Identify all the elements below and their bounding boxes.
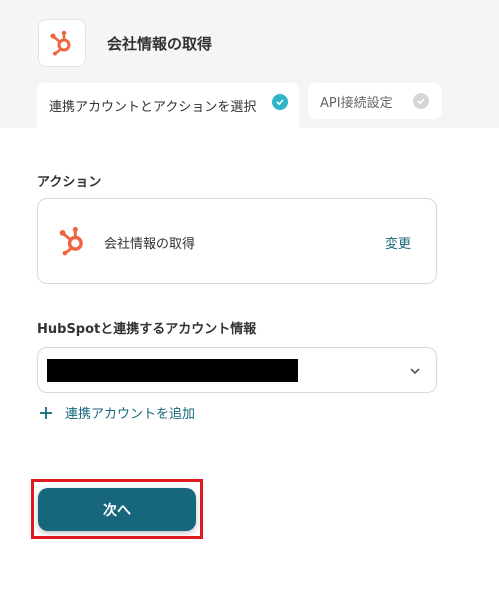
page-header: 会社情報の取得 連携アカウントとアクションを選択 API接続設定	[0, 0, 499, 128]
account-section-label: HubSpotと連携するアカウント情報	[37, 322, 257, 337]
plus-icon	[40, 406, 52, 419]
redacted-account-value	[47, 359, 298, 382]
hubspot-icon	[59, 226, 83, 256]
account-select[interactable]	[37, 347, 437, 393]
action-name: 会社情報の取得	[104, 237, 196, 252]
hubspot-icon	[50, 30, 71, 56]
action-section-label: アクション	[37, 175, 102, 190]
tab-label: 連携アカウントとアクションを選択	[49, 100, 257, 115]
add-account-label: 連携アカウントを追加	[65, 407, 196, 422]
tab-label: API接続設定	[320, 95, 393, 111]
chevron-down-icon	[410, 368, 420, 375]
page-title: 会社情報の取得	[107, 35, 213, 53]
change-action-link[interactable]: 変更	[385, 233, 411, 252]
add-account-link[interactable]: 連携アカウントを追加	[39, 403, 195, 422]
tab-account-action[interactable]: 連携アカウントとアクションを選択	[37, 83, 299, 128]
action-card: 会社情報の取得 変更	[37, 198, 437, 284]
hubspot-app-icon	[38, 19, 86, 67]
tab-api-settings[interactable]: API接続設定	[308, 83, 442, 119]
pending-check-icon	[413, 93, 429, 109]
next-button[interactable]: 次へ	[38, 488, 196, 531]
completed-check-icon	[272, 94, 288, 110]
